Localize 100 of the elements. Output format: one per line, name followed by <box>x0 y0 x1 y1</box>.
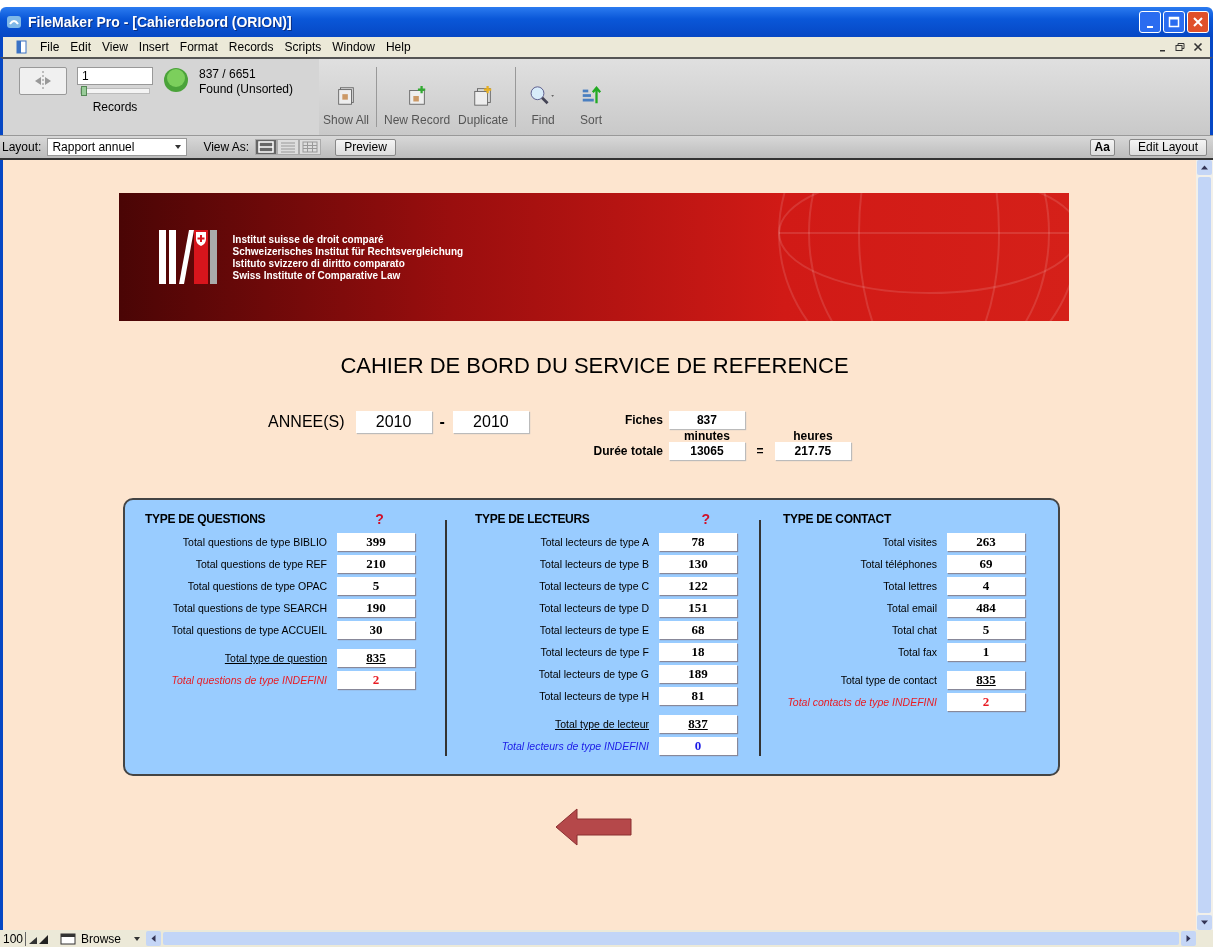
row-label: Total lecteurs de type C <box>539 580 649 592</box>
value-field: 4 <box>947 577 1025 595</box>
minutes-field: 13065 <box>668 442 745 460</box>
value-field: 151 <box>659 599 737 617</box>
row-label: Total questions de type ACCUEIL <box>171 624 327 636</box>
layout-label: Layout: <box>2 140 42 154</box>
row-label: Total téléphones <box>860 558 937 570</box>
scroll-up-icon[interactable] <box>1197 160 1212 175</box>
close-icon <box>1192 16 1204 28</box>
scroll-down-icon[interactable] <box>1197 915 1212 930</box>
row-label: Total questions de type SEARCH <box>172 602 327 614</box>
status-toolbar-icon[interactable] <box>60 932 77 945</box>
row-label: Total questions de type OPAC <box>187 580 327 592</box>
section-title: TYPE DE QUESTIONS <box>145 512 266 526</box>
maximize-button[interactable] <box>1163 11 1185 33</box>
menu-item[interactable]: Edit <box>70 40 92 54</box>
scroll-right-icon[interactable] <box>1181 931 1196 946</box>
value-field: 122 <box>659 577 737 595</box>
minimize-icon <box>1147 26 1153 28</box>
value-field: 2 <box>337 671 415 689</box>
report-title: CAHIER DE BORD DU SERVICE DE REFERENCE <box>340 353 849 379</box>
edit-layout-button[interactable]: Edit Layout <box>1128 138 1207 156</box>
value-field: 5 <box>947 621 1025 639</box>
caret-icon <box>133 934 142 943</box>
pie-chart-icon <box>163 67 189 93</box>
equals-sign: = <box>755 444 765 458</box>
horizontal-scrollbar[interactable] <box>146 931 1196 946</box>
menu-item[interactable]: Insert <box>138 40 169 54</box>
value-field: 130 <box>659 555 737 573</box>
toolbar-button[interactable]: New Record <box>380 59 455 135</box>
row-label: Total type de contact <box>840 674 937 686</box>
row-label: Total type de question <box>224 652 327 664</box>
layout-dropdown[interactable]: Rapport annuel <box>47 138 188 156</box>
value-field: 30 <box>337 621 415 639</box>
toolbar-button[interactable]: Duplicate <box>454 59 513 135</box>
row-label: Total lecteurs de type E <box>539 624 649 636</box>
row-label: Total lecteurs de type INDEFINI <box>501 740 649 752</box>
menu-item[interactable]: File <box>40 40 60 54</box>
form-view-icon <box>258 141 275 153</box>
table-view-icon <box>302 141 319 153</box>
scroll-left-icon[interactable] <box>146 931 162 946</box>
row-label: Total visites <box>882 536 937 548</box>
found-status: Found (Unsorted) <box>199 82 294 96</box>
sort-button[interactable]: Sort <box>567 59 616 135</box>
document-icon <box>15 40 29 54</box>
found-count: 837 / 6651 <box>199 67 257 81</box>
section-title: TYPE DE LECTEURS <box>475 512 590 526</box>
form-view-button[interactable] <box>255 139 278 155</box>
year-to-field[interactable]: 2010 <box>452 411 529 433</box>
row-label: Total lecteurs de type H <box>539 690 649 702</box>
row-label: Total lecteurs de type B <box>539 558 649 570</box>
value-field: 81 <box>659 687 737 705</box>
row-label: Total questions de type REF <box>195 558 327 570</box>
value-field: 78 <box>659 533 737 551</box>
mode-dropdown[interactable]: Browse <box>78 931 145 946</box>
record-stack-icon <box>335 85 357 107</box>
preview-button[interactable]: Preview <box>335 138 396 156</box>
row-label: Total questions de type INDEFINI <box>171 674 327 686</box>
row-label: Total lecteurs de type A <box>540 536 649 548</box>
menu-item[interactable]: Records <box>228 40 274 54</box>
menu-item[interactable]: View <box>102 40 128 54</box>
hours-field: 217.75 <box>774 442 851 460</box>
institute-name: Swiss Institute of Comparative Law <box>232 269 402 281</box>
value-field: 399 <box>337 533 415 551</box>
menu-item[interactable]: Scripts <box>284 40 322 54</box>
menu-item[interactable]: Window <box>332 40 375 54</box>
row-label: Total type de lecteur <box>555 718 649 730</box>
value-field: 69 <box>947 555 1025 573</box>
row-label: Total questions de type BIBLIO <box>182 536 327 548</box>
menu-item[interactable]: Help <box>385 40 411 54</box>
value-field: 837 <box>659 715 737 733</box>
row-label: Total contacts de type INDEFINI <box>787 696 937 708</box>
value-field: 0 <box>659 737 737 755</box>
vertical-scrollbar[interactable] <box>1196 160 1213 930</box>
value-field: 2 <box>947 693 1025 711</box>
record-slider[interactable] <box>80 88 150 94</box>
caret-icon <box>174 143 183 151</box>
minimize-button[interactable] <box>1139 11 1161 33</box>
row-label: Total fax <box>897 646 937 658</box>
view-as-label: View As: <box>203 140 250 154</box>
maximize-icon <box>1168 16 1180 28</box>
find-button[interactable]: Find <box>519 59 568 135</box>
list-view-icon <box>280 141 297 153</box>
record-navigation-button[interactable] <box>19 67 67 95</box>
year-from-field[interactable]: 2010 <box>355 411 432 433</box>
app-icon <box>6 14 22 30</box>
row-label: Total email <box>886 602 937 614</box>
back-arrow-icon[interactable] <box>554 808 633 846</box>
value-field: 68 <box>659 621 737 639</box>
record-number-field[interactable]: 1 <box>77 67 153 85</box>
years-label: ANNEE(S) <box>268 413 345 431</box>
zoom-level[interactable]: 100 <box>3 931 27 946</box>
text-format-button[interactable]: Aa <box>1089 138 1115 156</box>
value-field: 484 <box>947 599 1025 617</box>
menu-item[interactable]: Format <box>179 40 218 54</box>
hours-label: heures <box>792 428 834 443</box>
fiches-field: 837 <box>668 411 745 429</box>
value-field: 1 <box>947 643 1025 661</box>
value-field: 263 <box>947 533 1025 551</box>
toolbar-button[interactable]: Show All <box>319 59 374 135</box>
